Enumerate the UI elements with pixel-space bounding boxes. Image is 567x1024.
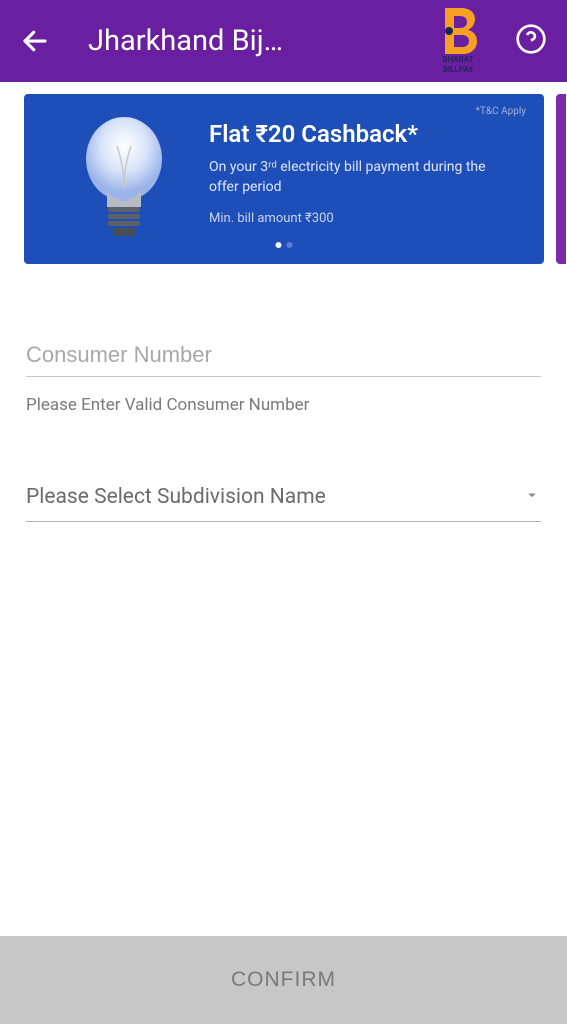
promo-banner-carousel[interactable]: Flat ₹20 Cashback* On your 3ʳᵈ electrici… [0,82,567,264]
carousel-dots [276,242,293,248]
back-arrow-icon[interactable] [20,26,50,56]
chevron-down-icon [523,486,541,508]
banner-subtitle: On your 3ʳᵈ electricity bill payment dur… [209,158,489,197]
app-header: Jharkhand Bij… BHARAT BILLPAY [0,0,567,82]
banner-minimum: Min. bill amount ₹300 [209,211,489,226]
consumer-number-input[interactable] [26,334,541,377]
bharat-billpay-logo: BHARAT BILLPAY [439,8,477,74]
confirm-label: CONFIRM [231,968,336,992]
bharat-text-2: BILLPAY [443,66,473,74]
bharat-text-1: BHARAT [442,56,473,64]
carousel-dot [287,242,293,248]
lightbulb-icon [54,111,194,251]
help-icon[interactable] [515,23,547,59]
subdivision-placeholder: Please Select Subdivision Name [26,485,326,509]
subdivision-select[interactable]: Please Select Subdivision Name [26,485,541,522]
promo-banner[interactable]: Flat ₹20 Cashback* On your 3ʳᵈ electrici… [24,94,544,264]
bharat-b-icon [439,8,477,54]
banner-title: Flat ₹20 Cashback* [209,120,489,148]
carousel-dot-active [276,242,282,248]
consumer-number-row [26,334,541,377]
promo-banner-next-peek[interactable] [556,94,566,264]
banner-text-block: Flat ₹20 Cashback* On your 3ʳᵈ electrici… [209,120,489,244]
confirm-button[interactable]: CONFIRM [0,936,567,1024]
banner-terms: *T&C Apply [476,106,526,117]
consumer-helper-text: Please Enter Valid Consumer Number [26,395,541,415]
bill-form: Please Enter Valid Consumer Number Pleas… [0,264,567,522]
page-title: Jharkhand Bij… [88,24,283,58]
